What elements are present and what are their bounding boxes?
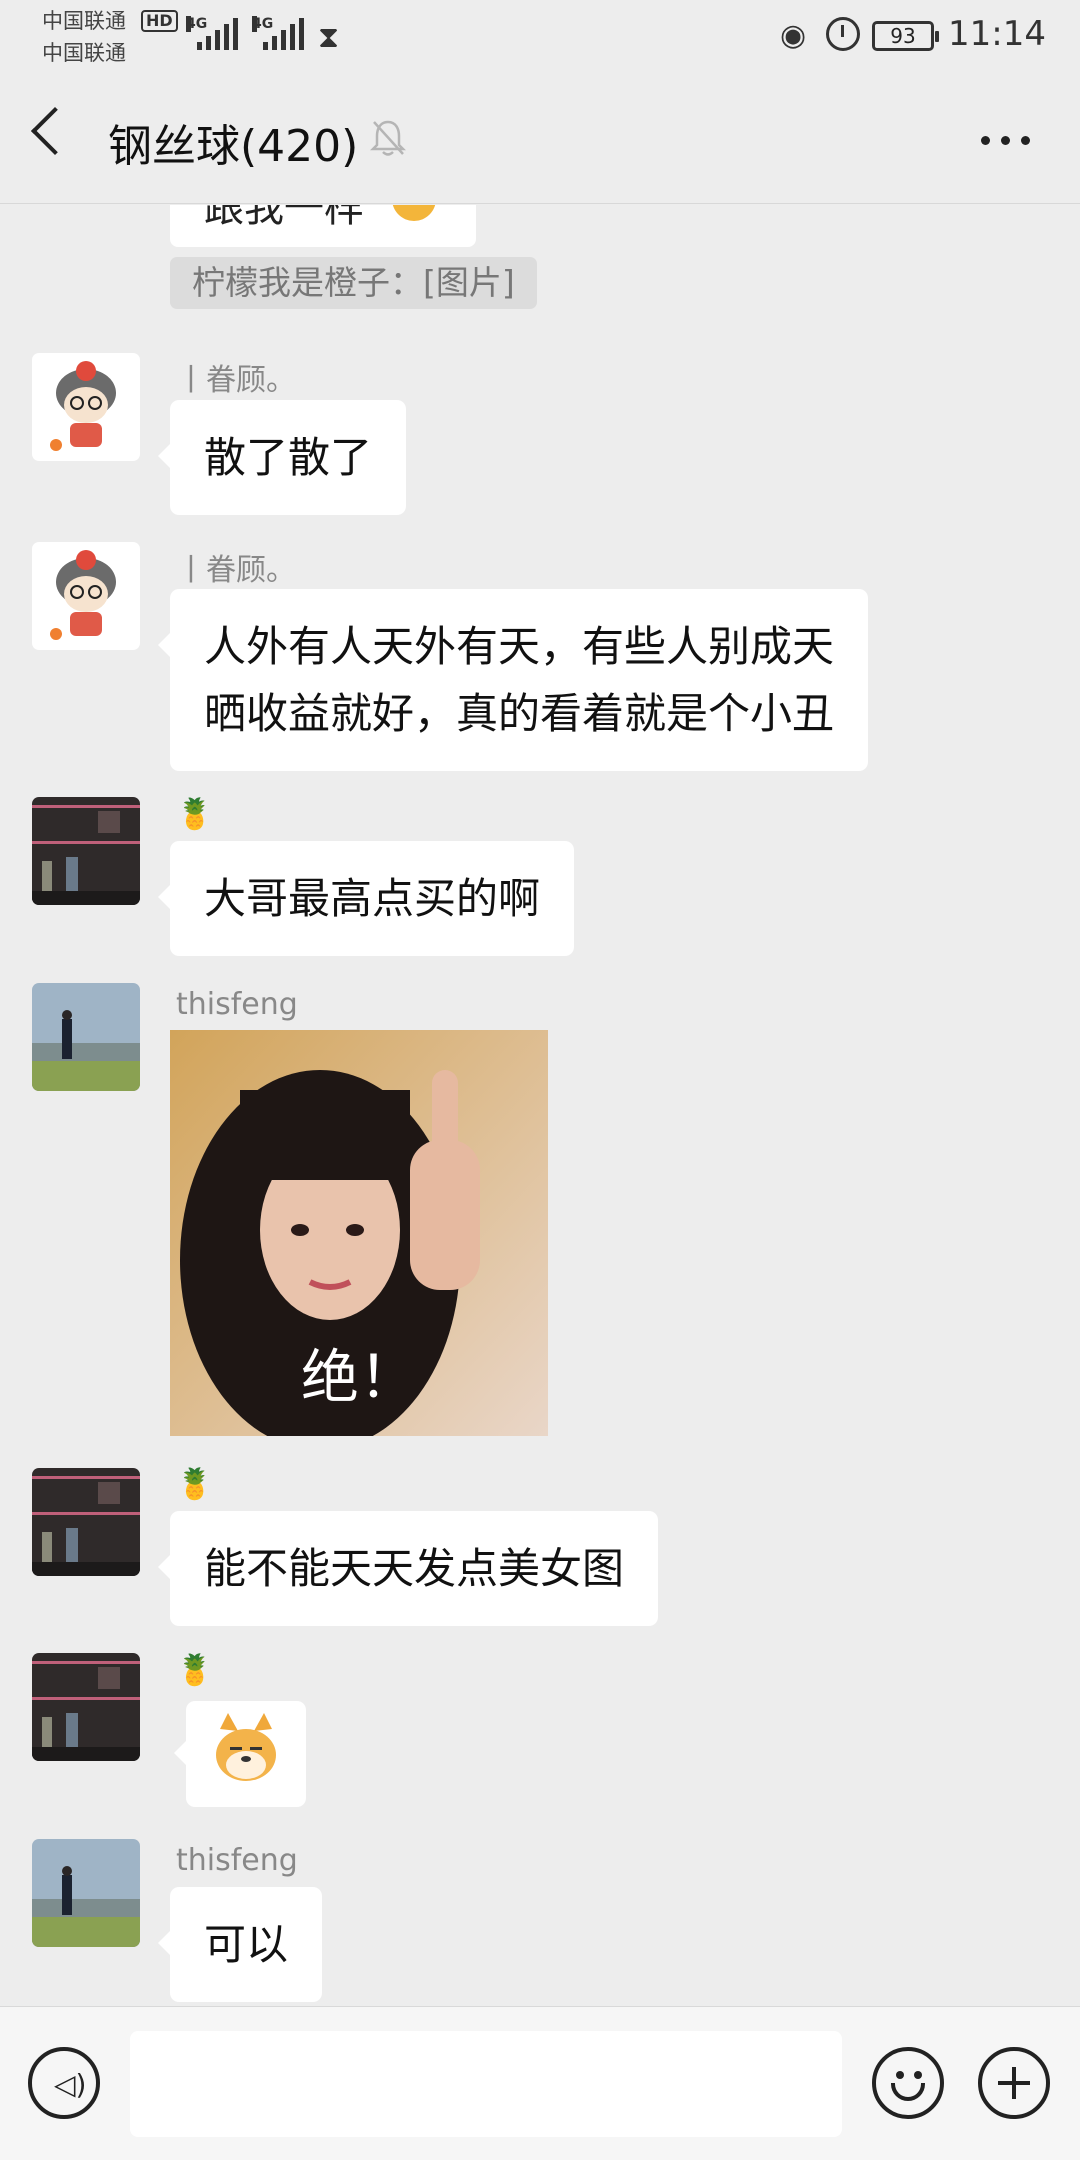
bell-muted-icon bbox=[369, 118, 407, 167]
message-text: 散了散了 bbox=[204, 433, 373, 482]
emoji-icon[interactable] bbox=[872, 2047, 944, 2119]
signal-icon-2: 4G bbox=[252, 16, 304, 50]
hd-badge: HD bbox=[141, 10, 178, 32]
message-text: 可以 bbox=[204, 1920, 289, 1969]
avatar-thisfeng[interactable] bbox=[32, 1839, 140, 1947]
avatar-thisfeng[interactable] bbox=[32, 983, 140, 1091]
message-bubble-partial[interactable]: 跟我一样 bbox=[170, 205, 476, 247]
message-bubble[interactable]: 大哥最高点买的啊 bbox=[157, 841, 575, 956]
avatar-juangu[interactable] bbox=[32, 353, 140, 461]
avatar-pineapple-user[interactable] bbox=[32, 1468, 140, 1576]
message-input[interactable] bbox=[130, 2031, 842, 2137]
input-bar: ◁) bbox=[0, 2006, 1080, 2160]
battery-icon: 93 bbox=[872, 21, 939, 51]
doge-sticker-icon bbox=[216, 1713, 276, 1781]
message-text-line-1: 人外有人天外有天，有些人别成天 bbox=[204, 622, 835, 671]
avatar-pineapple-user[interactable] bbox=[32, 797, 140, 905]
more-dots-icon[interactable] bbox=[981, 136, 1030, 145]
alarm-icon bbox=[826, 17, 860, 51]
system-notice: 柠檬我是橙子：[图片] bbox=[170, 257, 537, 309]
message-text: 能不能天天发点美女图 bbox=[204, 1544, 625, 1593]
plus-icon[interactable] bbox=[978, 2047, 1050, 2119]
message-bubble[interactable]: 能不能天天发点美女图 bbox=[157, 1511, 659, 1626]
message-bubble[interactable]: 人外有人天外有天，有些人别成天 晒收益就好，真的看着就是个小丑 bbox=[157, 589, 869, 771]
sender-name: 丨眷顾。 bbox=[176, 553, 296, 588]
image-message[interactable]: 绝！ bbox=[170, 1030, 548, 1436]
status-time: 11:14 bbox=[948, 14, 1046, 54]
message-bubble[interactable]: 散了散了 bbox=[157, 400, 407, 515]
carrier-label-2: 中国联通 bbox=[42, 41, 126, 65]
message-text: 大哥最高点买的啊 bbox=[204, 874, 541, 923]
sender-name: 🍍 bbox=[176, 1467, 214, 1502]
hourglass-icon: ⧗ bbox=[318, 20, 340, 55]
sender-name: thisfeng bbox=[176, 987, 298, 1022]
message-text-line-2: 晒收益就好，真的看着就是个小丑 bbox=[204, 689, 835, 738]
message-list[interactable]: 跟我一样 柠檬我是橙子：[图片] 丨眷顾。 散了散了 丨眷顾。 人外有人天外有天… bbox=[0, 205, 1080, 2005]
message-bubble[interactable]: 可以 bbox=[157, 1887, 323, 2002]
emoji-face-icon bbox=[392, 205, 436, 221]
partial-message-text: 跟我一样 bbox=[204, 205, 364, 231]
network-type-label-1: 4G bbox=[186, 16, 208, 32]
sender-name: thisfeng bbox=[176, 1843, 298, 1878]
sender-name: 🍍 bbox=[176, 797, 214, 832]
chat-header: 钢丝球(420) bbox=[0, 70, 1080, 204]
avatar-pineapple-user[interactable] bbox=[32, 1653, 140, 1761]
voice-icon[interactable]: ◁) bbox=[28, 2047, 100, 2119]
sender-name: 丨眷顾。 bbox=[176, 363, 296, 398]
sender-name: 🍍 bbox=[176, 1653, 214, 1688]
eye-comfort-icon: ◉ bbox=[780, 18, 807, 53]
back-arrow-icon[interactable] bbox=[30, 106, 80, 156]
chat-title: 钢丝球(420) bbox=[108, 121, 359, 172]
avatar-juangu[interactable] bbox=[32, 542, 140, 650]
sticker-message[interactable] bbox=[174, 1701, 306, 1807]
network-type-label-2: 4G bbox=[252, 16, 274, 32]
status-bar: 中国联通 中国联通 HD 4G 4G ⧗ ◉ 93 11:14 bbox=[0, 0, 1080, 70]
signal-icon-1: 4G bbox=[186, 16, 238, 50]
image-caption: 绝！ bbox=[300, 1343, 417, 1411]
carrier-label-1: 中国联通 bbox=[42, 9, 126, 33]
